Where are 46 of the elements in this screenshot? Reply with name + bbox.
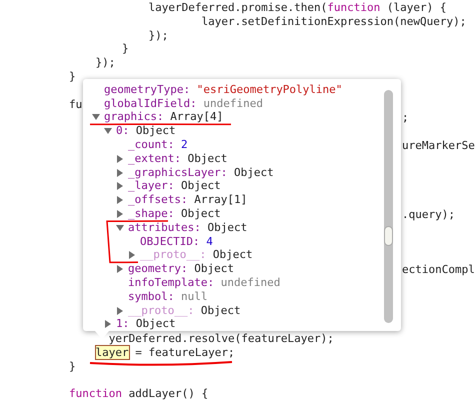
code-line: } — [69, 70, 76, 84]
property-text: _graphicsLayer: Object — [128, 166, 274, 179]
code-line: }); — [148, 28, 168, 42]
code-line: layerDeferred.promise.then(function (layer) { — [148, 1, 447, 15]
property-text: 0: Object — [116, 125, 176, 138]
code-line: function addLayer() { — [69, 387, 208, 402]
caret-right-icon[interactable] — [116, 196, 124, 204]
property-text: 1: Object — [116, 318, 176, 330]
property-text: __proto__: Object — [140, 249, 253, 262]
code-line: fu — [69, 98, 82, 112]
caret-down-icon[interactable] — [104, 127, 112, 136]
code-line: .query); — [402, 208, 456, 222]
property-text: geometry: Object — [128, 263, 234, 276]
code-line: ectionCompl — [402, 263, 475, 277]
code-line: ureMarkerSe — [402, 138, 475, 153]
caret-right-icon[interactable] — [104, 320, 112, 328]
property-text: _layer: Object — [128, 180, 221, 192]
property-text: _shape: Object — [128, 208, 221, 220]
code-line: layer = featureLayer; — [96, 346, 235, 360]
property-text: globalIdField: undefined — [104, 98, 263, 110]
property-text: geometryType: "esriGeometryPolyline" — [104, 84, 342, 96]
caret-right-icon[interactable] — [116, 306, 124, 315]
caret-right-icon[interactable] — [116, 168, 124, 177]
code-line: ; — [402, 111, 410, 126]
caret-right-icon[interactable] — [128, 251, 136, 260]
caret-right-icon[interactable] — [116, 210, 124, 218]
code-line: layer.setDefinitionExpression(newQuery); — [201, 14, 466, 29]
property-text: _count: 2 — [128, 139, 188, 152]
caret-down-icon[interactable] — [116, 224, 124, 232]
property-text: attributes: Object — [128, 222, 248, 234]
code-line: yerDeferred.resolve(featureLayer); — [108, 332, 334, 346]
code-line: } — [69, 360, 76, 374]
property-text: symbol: null — [128, 290, 208, 303]
scrollbar[interactable] — [384, 90, 393, 323]
property-text: OBJECTID: 4 — [140, 236, 213, 248]
caret-right-icon[interactable] — [116, 154, 124, 163]
property-text: infoTemplate: undefined — [128, 277, 280, 290]
caret-down-icon[interactable] — [92, 113, 100, 122]
caret-right-icon[interactable] — [116, 265, 124, 274]
property-text: graphics: Array[4] — [104, 111, 224, 124]
caret-right-icon[interactable] — [116, 182, 124, 190]
property-text: _offsets: Array[1] — [128, 194, 248, 206]
code-line: }); — [96, 56, 116, 70]
property-text: __proto__: Object — [128, 304, 241, 317]
property-text: _extent: Object — [128, 152, 228, 165]
code-line: } — [122, 42, 129, 56]
